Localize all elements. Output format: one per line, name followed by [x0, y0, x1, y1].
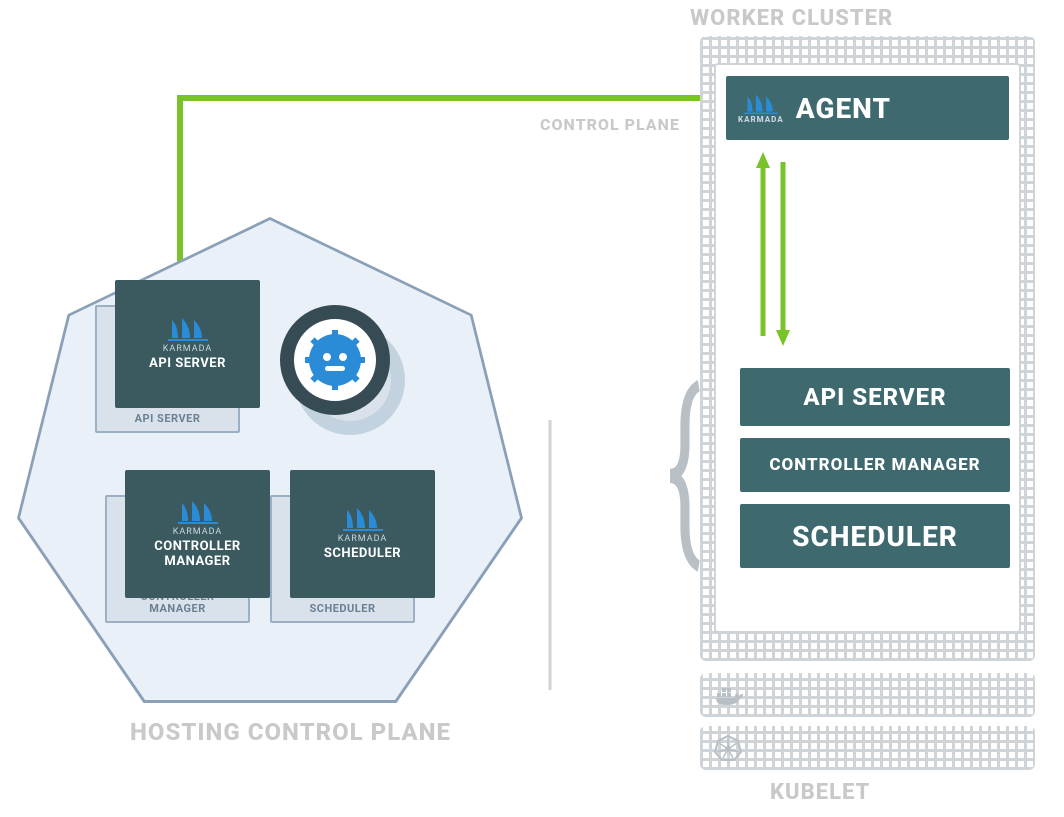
karmada-controller-manager-label: CONTROLLERMANAGER	[154, 540, 241, 569]
scheduler-shadow-label: SCHEDULER	[309, 602, 375, 615]
karmada-scheduler-box: KARMADA SCHEDULER	[290, 470, 435, 598]
karmada-logo-text: KARMADA	[173, 527, 223, 537]
docker-strip	[700, 673, 1035, 717]
karmada-logo-text: KARMADA	[163, 344, 213, 354]
worker-controller-manager-label: CONTROLLER MANAGER	[769, 455, 980, 475]
karmada-api-server-label: API SERVER	[149, 357, 226, 371]
gear-badge	[280, 305, 390, 415]
caption-worker-cluster: WORKER CLUSTER	[690, 6, 893, 31]
agent-box: KARMADA AGENT	[726, 76, 1009, 140]
karmada-logo: KARMADA	[338, 506, 388, 544]
worker-scheduler-label: SCHEDULER	[792, 520, 958, 553]
karmada-logo: KARMADA	[163, 316, 213, 354]
docker-whale-icon	[714, 683, 744, 707]
karmada-controller-manager-box: KARMADA CONTROLLERMANAGER	[125, 470, 270, 598]
brace-icon: {	[667, 368, 701, 568]
karmada-logo: KARMADA	[173, 499, 223, 537]
karmada-sails-icon	[166, 316, 210, 342]
karmada-logo-text: KARMADA	[338, 534, 388, 544]
kubernetes-strip	[700, 726, 1035, 770]
connector-agent-apiserver	[748, 146, 808, 366]
architecture-diagram: WORKER CLUSTER API SERVER CONTROLLERMANA…	[0, 0, 1064, 817]
left-bracket-line	[530, 420, 570, 700]
gear-robot-icon	[305, 330, 365, 390]
caption-kubelet: KUBELET	[770, 780, 870, 805]
kubernetes-wheel-icon	[714, 734, 742, 762]
karmada-mini-text: KARMADA	[738, 115, 784, 124]
worker-controller-manager-box: CONTROLLER MANAGER	[740, 438, 1010, 492]
caption-hosting-control-plane: HOSTING CONTROL PLANE	[130, 718, 451, 746]
karmada-scheduler-label: SCHEDULER	[324, 547, 401, 561]
arrowhead-down-icon	[776, 330, 790, 346]
karmada-sails-icon	[341, 506, 385, 532]
arrowhead-up-icon	[756, 152, 770, 168]
caption-control-plane: CONTROL PLANE	[540, 115, 680, 134]
karmada-sails-icon	[741, 93, 781, 115]
worker-api-server-label: API SERVER	[803, 383, 946, 411]
worker-scheduler-box: SCHEDULER	[740, 504, 1010, 568]
karmada-api-server-box: KARMADA API SERVER	[115, 280, 260, 408]
agent-label: AGENT	[796, 92, 891, 125]
api-server-shadow-label: API SERVER	[135, 412, 201, 425]
karmada-sails-icon	[176, 499, 220, 525]
karmada-mini-logo: KARMADA	[738, 93, 784, 124]
worker-api-server-box: API SERVER	[740, 368, 1010, 426]
